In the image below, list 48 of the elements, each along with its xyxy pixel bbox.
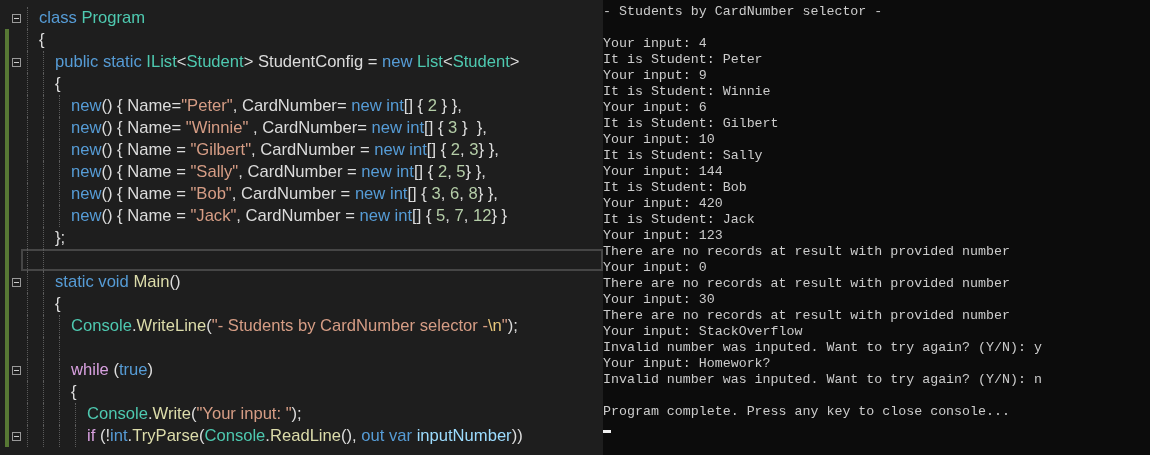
console-line: It is Student: Winnie <box>603 84 772 100</box>
code-line: new() { Name= "Winnie" , CardNumber= new int[] { 3 } }, <box>71 117 487 139</box>
code-line: static void Main() <box>55 271 181 293</box>
console-line: Invalid number was inputed. Want to try again? (Y/N): y <box>603 340 1043 356</box>
console-line: Your input: 144 <box>603 164 724 180</box>
code-line: while (true) <box>71 359 154 381</box>
console-line: Invalid number was inputed. Want to try again? (Y/N): n <box>603 372 1043 388</box>
console-line: There are no records at result with provided number <box>603 276 1011 292</box>
collapse-icon[interactable] <box>11 365 21 375</box>
collapse-icon[interactable] <box>11 277 21 287</box>
code-line: new() { Name = "Gilbert", CardNumber = new int[] { 2, 3} }, <box>71 139 499 161</box>
code-line: { <box>55 73 61 95</box>
console-line: Program complete. Press any key to close console... <box>603 404 1011 420</box>
console-line: Your input: 30 <box>603 292 716 308</box>
console-line: Your input: 6 <box>603 100 708 116</box>
collapse-icon[interactable] <box>11 431 21 441</box>
code-line: Console.Write("Your input: "); <box>87 403 302 425</box>
console-line: - Students by CardNumber selector - <box>603 4 884 20</box>
console-line: Your input: 9 <box>603 68 708 84</box>
console-line: Your input: 420 <box>603 196 724 212</box>
collapse-icon[interactable] <box>11 13 21 23</box>
console-line: It is Student: Bob <box>603 180 748 196</box>
console-line: Your input: 123 <box>603 228 724 244</box>
console-line: It is Student: Sally <box>603 148 764 164</box>
collapse-icon[interactable] <box>11 57 21 67</box>
code-line: class Program <box>39 7 146 29</box>
console-line: There are no records at result with provided number <box>603 244 1011 260</box>
console-line: Your input: Homework? <box>603 356 772 372</box>
code-line: Console.WriteLine("- Students by CardNumber selector -\n"); <box>71 315 518 337</box>
code-line: { <box>71 381 77 403</box>
code-line: { <box>39 29 45 51</box>
console-line: Your input: 4 <box>603 36 708 52</box>
console-line: Your input: 10 <box>603 132 716 148</box>
code-line: new() { Name = "Bob", CardNumber = new int[] { 3, 6, 8} }, <box>71 183 498 205</box>
console-line: It is Student: Gilbert <box>603 116 780 132</box>
text-cursor <box>603 430 611 433</box>
console-line: Your input: StackOverflow <box>603 324 804 340</box>
code-line: new() { Name="Peter", CardNumber= new int[] { 2 } }, <box>71 95 462 117</box>
code-line: new() { Name = "Jack", CardNumber = new int[] { 5, 7, 12} } <box>71 205 508 227</box>
console-line: It is Student: Peter <box>603 52 764 68</box>
code-line: if (!int.TryParse(Console.ReadLine(), out var inputNumber)) <box>87 425 523 447</box>
code-line: }; <box>55 227 66 249</box>
console-line: It is Student: Jack <box>603 212 756 228</box>
console-line: Your input: 0 <box>603 260 708 276</box>
code-line: { <box>55 293 61 315</box>
code-line: new() { Name = "Sally", CardNumber = new int[] { 2, 5} }, <box>71 161 486 183</box>
console-line: There are no records at result with provided number <box>603 308 1011 324</box>
code-line: public static IList<Student> StudentConfig = new List<Student> <box>55 51 520 73</box>
